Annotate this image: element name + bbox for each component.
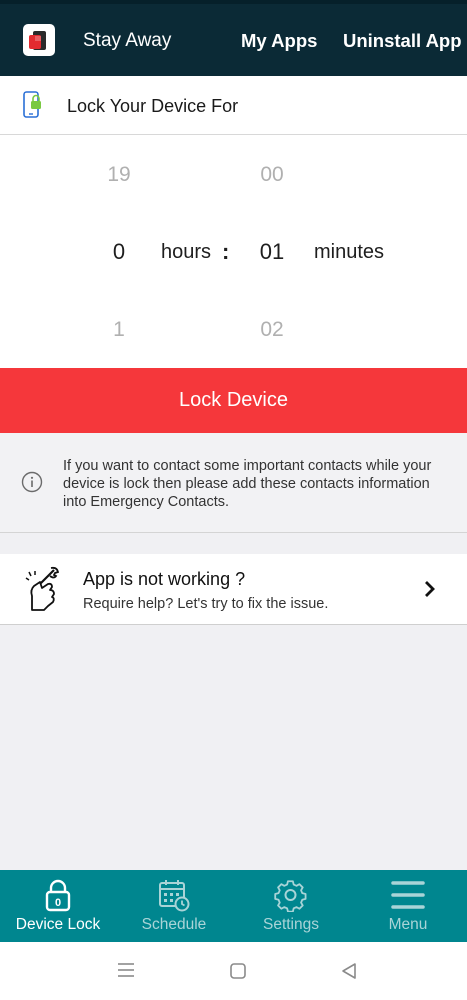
hamburger-menu-icon bbox=[391, 878, 425, 917]
recent-apps-icon[interactable] bbox=[117, 962, 135, 983]
top-app-bar: Stay Away My Apps Uninstall App bbox=[0, 0, 467, 76]
hours-prev-value[interactable]: 19 bbox=[89, 163, 149, 187]
gear-icon bbox=[274, 878, 308, 917]
lock-duration-title: Lock Your Device For bbox=[67, 96, 239, 116]
help-subtitle: Require help? Let's try to fix the issue… bbox=[83, 596, 329, 612]
tab-schedule[interactable]: Schedule bbox=[116, 870, 232, 942]
lock-device-button[interactable]: Lock Device bbox=[0, 368, 467, 433]
minutes-selected-value[interactable]: 01 bbox=[242, 240, 302, 264]
lock-icon-badge: 0 bbox=[55, 897, 61, 909]
tab-device-lock[interactable]: 0 Device Lock bbox=[0, 870, 116, 942]
my-apps-link[interactable]: My Apps bbox=[241, 30, 317, 52]
info-message: If you want to contact some important co… bbox=[63, 458, 432, 510]
tab-label-settings: Settings bbox=[262, 916, 319, 933]
tab-settings[interactable]: Settings bbox=[233, 870, 349, 942]
hours-unit-label: hours bbox=[161, 241, 212, 263]
app-title: Stay Away bbox=[83, 30, 172, 51]
tab-menu[interactable]: Menu bbox=[350, 870, 466, 942]
phone-lock-icon bbox=[21, 91, 43, 119]
help-title: App is not working ? bbox=[83, 569, 246, 589]
app-logo-icon bbox=[23, 24, 55, 56]
tab-label-menu: Menu bbox=[388, 916, 428, 933]
hours-selected-value[interactable]: 0 bbox=[89, 240, 149, 264]
tab-label-schedule: Schedule bbox=[141, 916, 207, 933]
back-icon[interactable] bbox=[340, 962, 358, 985]
status-strip bbox=[0, 0, 467, 4]
minutes-unit-label: minutes bbox=[314, 241, 385, 263]
hand-wrench-icon bbox=[24, 566, 62, 612]
duration-picker: 19 0 1 hours : 00 01 02 minutes bbox=[0, 135, 467, 368]
bottom-navigation: 0 Device Lock Schedule Settings Menu bbox=[0, 870, 467, 942]
chevron-right-icon[interactable] bbox=[423, 579, 437, 604]
system-navigation-bar bbox=[0, 942, 467, 1000]
hours-next-value[interactable]: 1 bbox=[89, 318, 149, 342]
app-not-working-row[interactable]: App is not working ? Require help? Let's… bbox=[0, 554, 467, 625]
time-separator: : bbox=[222, 239, 230, 264]
lock-duration-header: Lock Your Device For bbox=[0, 76, 467, 135]
minutes-prev-value[interactable]: 00 bbox=[242, 163, 302, 187]
home-icon[interactable] bbox=[229, 962, 247, 985]
tab-label-device-lock: Device Lock bbox=[15, 916, 101, 933]
uninstall-app-link[interactable]: Uninstall App bbox=[343, 30, 462, 52]
minutes-next-value[interactable]: 02 bbox=[242, 318, 302, 342]
lock-icon: 0 bbox=[44, 878, 72, 917]
calendar-icon bbox=[158, 878, 190, 917]
info-icon bbox=[21, 471, 43, 493]
emergency-contacts-info: If you want to contact some important co… bbox=[0, 433, 467, 533]
